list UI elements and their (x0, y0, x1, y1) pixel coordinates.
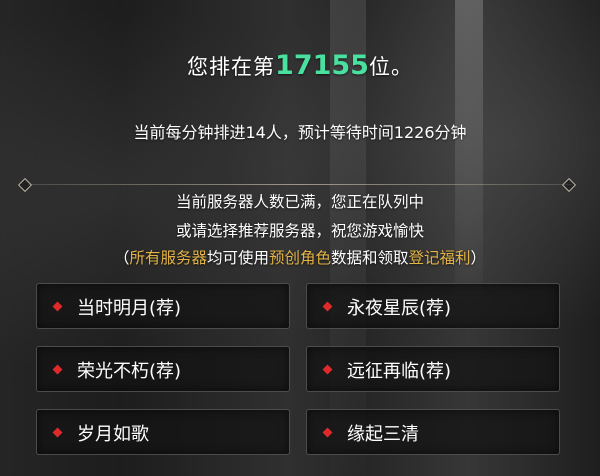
server-button-suiyuerugе[interactable]: 岁月如歌 (36, 409, 290, 455)
server-button-yuanzhengzailin[interactable]: 远征再临(荐) (306, 346, 560, 392)
notice-line-2: 或请选择推荐服务器，祝您游戏愉快 (175, 222, 424, 240)
notice-highlight-welfare: 登记福利 (408, 249, 471, 267)
queue-rate-text: 当前每分钟排进14人，预计等待时间1226分钟 (133, 123, 467, 142)
server-label: 永夜星辰(荐) (347, 298, 452, 319)
notice-line-3: （所有服务器均可使用预创角色数据和领取登记福利） (0, 246, 600, 268)
section-divider (28, 184, 572, 185)
rank-prefix: 您排在第 (187, 55, 276, 79)
notice-highlight-precreate: 预创角色 (268, 249, 331, 267)
rank-number: 17155 (275, 50, 369, 81)
server-label: 岁月如歌 (77, 424, 149, 445)
red-diamond-icon (52, 364, 63, 375)
server-label: 当时明月(荐) (77, 298, 182, 319)
red-diamond-icon (322, 427, 333, 438)
notice-highlight-all-servers: 所有服务器 (129, 249, 207, 267)
notice-text-2: 数据和领取 (331, 249, 409, 267)
rank-suffix: 位。 (368, 55, 413, 79)
queue-rank: 您排在第17155位。 (0, 50, 600, 81)
server-label: 远征再临(荐) (347, 361, 452, 382)
red-diamond-icon (322, 301, 333, 312)
red-diamond-icon (52, 301, 63, 312)
notice-paren-open: （ (113, 249, 130, 267)
red-diamond-icon (52, 427, 63, 438)
server-label: 荣光不朽(荐) (77, 361, 182, 382)
server-button-dangshimingyue[interactable]: 当时明月(荐) (36, 283, 290, 329)
notice-paren-close: ） (470, 249, 487, 267)
notice-line-1: 当前服务器人数已满，您正在队列中 (175, 193, 424, 211)
server-label: 缘起三清 (347, 424, 419, 445)
notice-text-1: 均可使用 (206, 249, 269, 267)
server-button-rongguangbuxiu[interactable]: 荣光不朽(荐) (36, 346, 290, 392)
red-diamond-icon (322, 364, 333, 375)
server-button-yongyexingchen[interactable]: 永夜星辰(荐) (306, 283, 560, 329)
server-button-yuanqisanqing[interactable]: 缘起三清 (306, 409, 560, 455)
